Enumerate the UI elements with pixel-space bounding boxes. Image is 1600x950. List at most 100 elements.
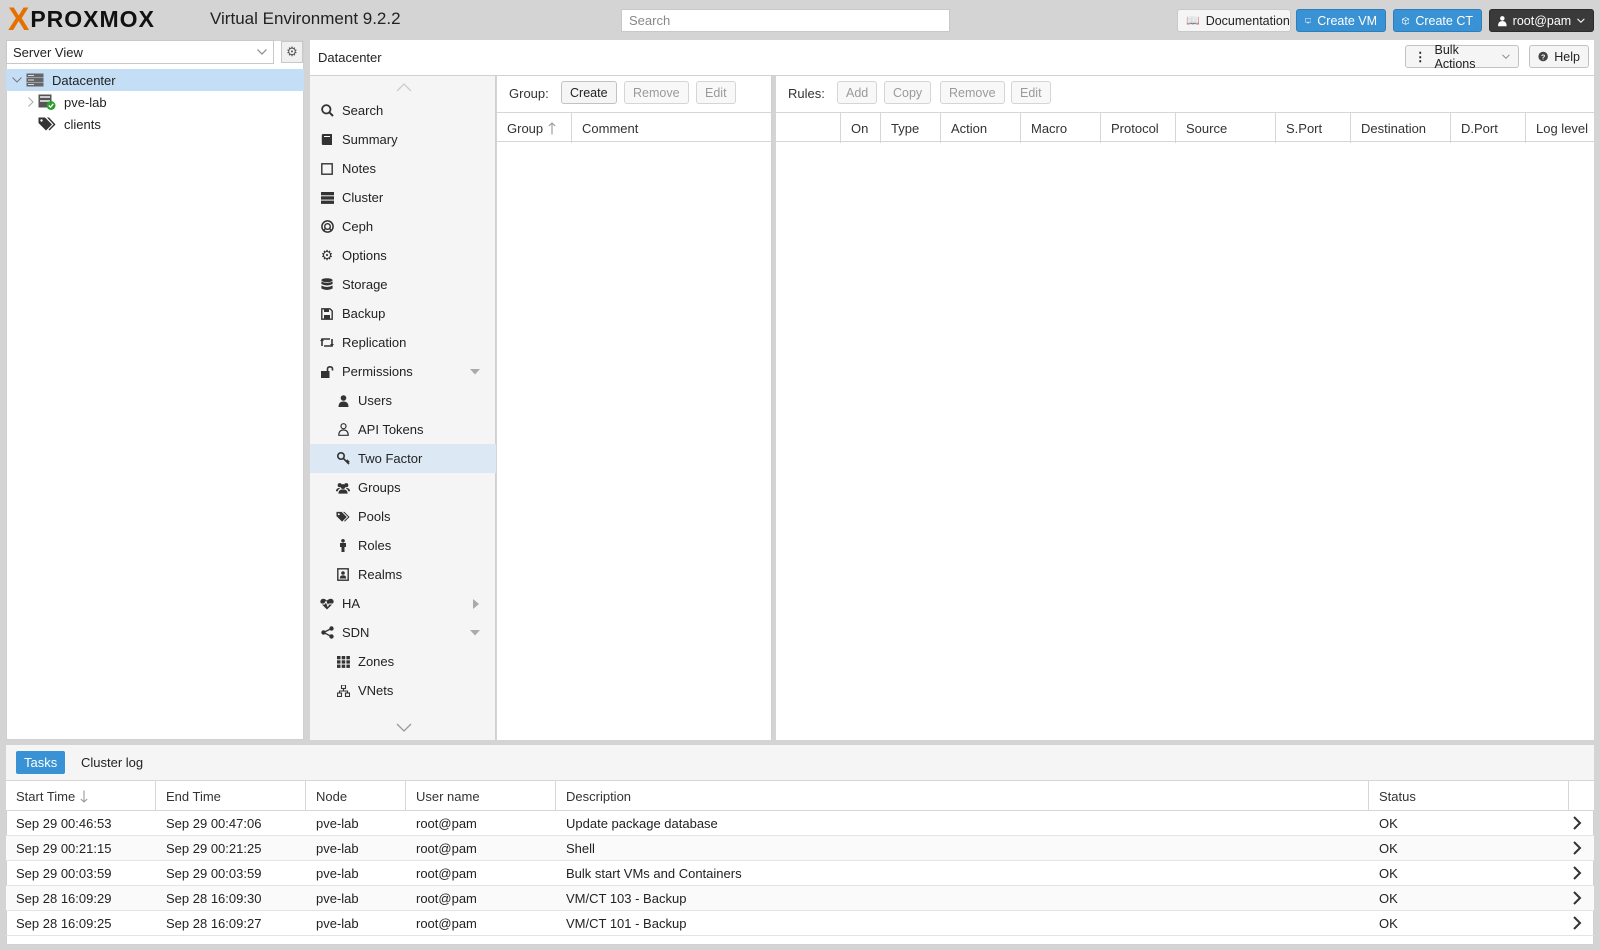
documentation-button[interactable]: 📖 Documentation xyxy=(1177,9,1291,32)
column-header-protocol[interactable]: Protocol xyxy=(1101,113,1176,143)
column-header-label: Start Time xyxy=(16,788,76,804)
edit-rule-button[interactable]: Edit xyxy=(1011,81,1051,104)
task-description: VM/CT 103 - Backup xyxy=(566,891,687,906)
add-rule-button[interactable]: Add xyxy=(837,81,878,104)
scroll-up-icon[interactable] xyxy=(396,83,412,92)
search-input[interactable] xyxy=(621,9,950,32)
column-header-destination[interactable]: Destination xyxy=(1351,113,1451,143)
column-header-source-port[interactable]: S.Port xyxy=(1276,113,1351,143)
server-view-select[interactable]: Server View xyxy=(6,40,274,64)
column-header-log-level[interactable]: Log level xyxy=(1526,113,1594,143)
nav-item-two-factor[interactable]: Two Factor xyxy=(310,444,496,473)
nav-item-roles[interactable]: Roles xyxy=(310,531,496,560)
tree-item-pve-lab[interactable]: pve-lab xyxy=(6,91,304,113)
nav-item-notes[interactable]: Notes xyxy=(310,154,496,183)
column-header-node[interactable]: Node xyxy=(306,781,406,811)
nav-item-cluster[interactable]: Cluster xyxy=(310,183,496,212)
column-header-description[interactable]: Description xyxy=(556,781,1369,811)
nav-item-ha[interactable]: HA xyxy=(310,589,496,618)
task-node: pve-lab xyxy=(316,841,359,856)
task-row[interactable]: Sep 28 16:09:25 Sep 28 16:09:27 pve-lab … xyxy=(6,911,1594,936)
log-tab-bar xyxy=(6,745,1594,781)
nav-item-pools[interactable]: Pools xyxy=(310,502,496,531)
chevron-right-icon[interactable] xyxy=(1570,815,1584,831)
caret-down-icon[interactable] xyxy=(470,630,480,636)
nav-item-replication[interactable]: Replication xyxy=(310,328,496,357)
task-status: OK xyxy=(1379,841,1398,856)
edit-group-button[interactable]: Edit xyxy=(696,81,736,104)
nav-item-backup[interactable]: Backup xyxy=(310,299,496,328)
nav-item-zones[interactable]: Zones xyxy=(310,647,496,676)
create-vm-button[interactable]: Create VM xyxy=(1296,9,1386,32)
nav-item-permissions[interactable]: Permissions xyxy=(310,357,496,386)
chevron-right-icon[interactable] xyxy=(1570,865,1584,881)
column-header-group[interactable]: Group xyxy=(497,113,572,143)
column-header-label: Group xyxy=(507,120,544,136)
proxmox-logo[interactable]: X PROXMOX xyxy=(8,3,155,35)
security-rules-panel: Rules: Add Copy Remove Edit On Type Acti… xyxy=(776,76,1594,740)
column-header-status[interactable]: Status xyxy=(1369,781,1569,811)
tree-item-clients[interactable]: clients xyxy=(6,113,304,135)
server-view-label: Server View xyxy=(13,44,83,60)
scroll-down-icon[interactable] xyxy=(396,723,412,732)
nav-item-storage[interactable]: Storage xyxy=(310,270,496,299)
task-row[interactable]: Sep 29 00:46:53 Sep 29 00:47:06 pve-lab … xyxy=(6,811,1594,836)
column-header-drag xyxy=(776,113,841,143)
column-header-label: Macro xyxy=(1031,120,1068,136)
column-header-start-time[interactable]: Start Time xyxy=(6,781,156,811)
help-label: Help xyxy=(1554,49,1580,64)
column-header-label: Status xyxy=(1379,788,1416,804)
caret-right-icon[interactable] xyxy=(473,599,479,609)
column-header-on[interactable]: On xyxy=(841,113,881,143)
column-header-comment[interactable]: Comment xyxy=(572,113,771,143)
th-icon xyxy=(336,655,350,669)
nav-item-realms[interactable]: Realms xyxy=(310,560,496,589)
tree-settings-button[interactable]: ⚙ xyxy=(281,41,303,63)
chevron-right-icon[interactable] xyxy=(1570,840,1584,856)
task-row[interactable]: Sep 29 00:21:15 Sep 29 00:21:25 pve-lab … xyxy=(6,836,1594,861)
user-outline-icon xyxy=(336,423,350,437)
nav-item-options[interactable]: ⚙ Options xyxy=(310,241,496,270)
chevron-right-icon[interactable] xyxy=(1570,890,1584,906)
nav-item-vnets[interactable]: VNets xyxy=(310,676,496,705)
tree-item-datacenter[interactable]: Datacenter xyxy=(6,69,304,91)
column-header-source[interactable]: Source xyxy=(1176,113,1276,143)
tab-tasks[interactable]: Tasks xyxy=(16,751,66,774)
copy-rule-button[interactable]: Copy xyxy=(884,81,932,104)
column-header-end-time[interactable]: End Time xyxy=(156,781,306,811)
chevron-right-icon[interactable] xyxy=(1570,915,1584,931)
column-header-label: Type xyxy=(891,120,920,136)
remove-rule-button[interactable]: Remove xyxy=(940,81,1005,104)
user-icon xyxy=(1498,15,1507,26)
help-button[interactable]: ? Help xyxy=(1529,45,1589,68)
tab-cluster-log[interactable]: Cluster log xyxy=(73,751,151,774)
column-header-user-name[interactable]: User name xyxy=(406,781,556,811)
nav-item-summary[interactable]: Summary xyxy=(310,125,496,154)
bulk-actions-button[interactable]: ⋮ Bulk Actions xyxy=(1405,43,1519,71)
create-group-button[interactable]: Create xyxy=(561,81,617,104)
nav-item-search[interactable]: Search xyxy=(310,96,496,125)
search-icon xyxy=(320,104,334,118)
logo-word: PROXMOX xyxy=(30,5,155,32)
create-ct-button[interactable]: Create CT xyxy=(1393,9,1482,32)
column-header-dest-port[interactable]: D.Port xyxy=(1451,113,1526,143)
task-description: Update package database xyxy=(566,816,718,831)
nav-item-users[interactable]: Users xyxy=(310,386,496,415)
task-node: pve-lab xyxy=(316,916,359,931)
remove-group-button[interactable]: Remove xyxy=(624,81,689,104)
nav-item-ceph[interactable]: Ceph xyxy=(310,212,496,241)
nav-item-sdn[interactable]: SDN xyxy=(310,618,496,647)
task-row[interactable]: Sep 29 00:03:59 Sep 29 00:03:59 pve-lab … xyxy=(6,861,1594,886)
caret-down-icon[interactable] xyxy=(470,369,480,375)
task-user: root@pam xyxy=(416,866,477,881)
user-menu-button[interactable]: root@pam xyxy=(1489,9,1594,32)
column-header-macro[interactable]: Macro xyxy=(1021,113,1101,143)
column-header-label: Destination xyxy=(1361,120,1427,136)
column-header-type[interactable]: Type xyxy=(881,113,941,143)
task-row[interactable]: Sep 28 16:09:29 Sep 28 16:09:30 pve-lab … xyxy=(6,886,1594,911)
column-header-action[interactable]: Action xyxy=(941,113,1021,143)
column-header-label: Log level xyxy=(1536,120,1589,136)
nav-item-groups[interactable]: Groups xyxy=(310,473,496,502)
question-circle-icon: ? xyxy=(1538,51,1548,61)
nav-item-api-tokens[interactable]: API Tokens xyxy=(310,415,496,444)
